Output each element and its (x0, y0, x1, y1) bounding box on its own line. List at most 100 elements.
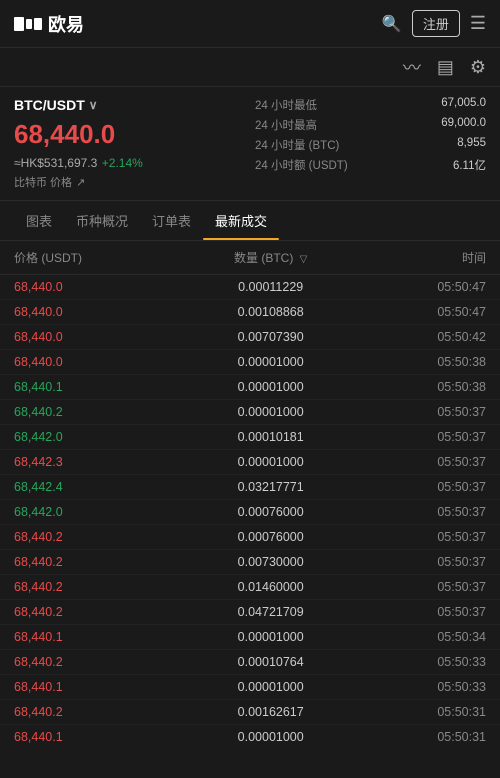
stat-label-low: 24 小时最低 (255, 97, 317, 113)
trade-time: 05:50:33 (362, 680, 486, 694)
logo-area: 欧易 (14, 11, 84, 37)
trade-amount: 0.00730000 (180, 555, 362, 569)
trade-amount: 0.04721709 (180, 605, 362, 619)
register-button[interactable]: 注册 (412, 10, 460, 37)
trade-price: 68,440.0 (14, 355, 180, 369)
pair-label: BTC/USDT (14, 97, 85, 113)
table-row: 68,440.2 0.00001000 05:50:37 (0, 400, 500, 425)
table-row: 68,442.0 0.00010181 05:50:37 (0, 425, 500, 450)
stat-row-low: 24 小时最低 67,005.0 (255, 97, 486, 113)
tab-latest-trades[interactable]: 最新成交 (203, 201, 279, 240)
trade-amount: 0.00001000 (180, 455, 362, 469)
trade-price: 68,440.2 (14, 655, 180, 669)
trade-time: 05:50:37 (362, 505, 486, 519)
trade-amount: 0.00108868 (180, 305, 362, 319)
tab-chart[interactable]: 图表 (14, 201, 64, 240)
trade-time: 05:50:37 (362, 430, 486, 444)
stat-label-vol-btc: 24 小时量 (BTC) (255, 137, 339, 153)
trade-amount: 0.00010181 (180, 430, 362, 444)
pair-dropdown-arrow[interactable]: ∨ (89, 98, 98, 112)
trade-price: 68,440.2 (14, 530, 180, 544)
trade-amount: 0.00707390 (180, 330, 362, 344)
trade-time: 05:50:37 (362, 555, 486, 569)
trade-time: 05:50:37 (362, 605, 486, 619)
trade-amount: 0.00162617 (180, 705, 362, 719)
price-stats: 24 小时最低 67,005.0 24 小时最高 69,000.0 24 小时量… (255, 97, 486, 190)
table-row: 68,440.0 0.00001000 05:50:38 (0, 350, 500, 375)
trade-amount: 0.01460000 (180, 580, 362, 594)
table-row: 68,442.0 0.00076000 05:50:37 (0, 500, 500, 525)
stat-row-high: 24 小时最高 69,000.0 (255, 117, 486, 133)
table-row: 68,440.0 0.00011229 05:50:47 (0, 275, 500, 300)
table-row: 68,440.1 0.00001000 05:50:38 (0, 375, 500, 400)
tab-orderbook[interactable]: 订单表 (140, 201, 203, 240)
trade-price: 68,440.2 (14, 405, 180, 419)
trade-price: 68,440.1 (14, 630, 180, 644)
table-row: 68,440.1 0.00001000 05:50:33 (0, 675, 500, 700)
table-row: 68,440.2 0.00076000 05:50:37 (0, 525, 500, 550)
trade-price: 68,440.2 (14, 705, 180, 719)
trade-price: 68,440.0 (14, 280, 180, 294)
trade-price: 68,442.0 (14, 430, 180, 444)
trade-price: 68,440.2 (14, 605, 180, 619)
external-link-icon[interactable] (76, 176, 85, 189)
sub-header: 〰 ▤ ⚙ (0, 48, 500, 87)
trade-amount: 0.00001000 (180, 380, 362, 394)
gear-icon[interactable]: ⚙ (470, 57, 486, 78)
stat-value-low: 67,005.0 (441, 97, 486, 113)
logo-icon (14, 17, 42, 31)
trade-time: 05:50:47 (362, 280, 486, 294)
stat-label-high: 24 小时最高 (255, 117, 317, 133)
trade-time: 05:50:38 (362, 355, 486, 369)
trade-rows: 68,440.0 0.00011229 05:50:47 68,440.0 0.… (0, 275, 500, 749)
trade-amount: 0.00001000 (180, 680, 362, 694)
hkd-price: ≈HK$531,697.3 (14, 156, 97, 170)
trade-amount: 0.03217771 (180, 480, 362, 494)
table-row: 68,440.2 0.00730000 05:50:37 (0, 550, 500, 575)
tab-bar: 图表 币种概况 订单表 最新成交 (0, 201, 500, 241)
trade-amount: 0.00076000 (180, 530, 362, 544)
header-actions: 注册 (382, 10, 486, 37)
table-row: 68,440.1 0.00001000 05:50:34 (0, 625, 500, 650)
price-change: +2.14% (102, 156, 143, 170)
stat-value-vol-btc: 8,955 (457, 137, 486, 153)
trade-time: 05:50:34 (362, 630, 486, 644)
trade-price: 68,440.0 (14, 330, 180, 344)
list-icon[interactable]: ▤ (437, 57, 454, 78)
filter-icon[interactable]: ▽ (300, 254, 308, 265)
price-section: BTC/USDT ∨ 68,440.0 ≈HK$531,697.3 +2.14%… (0, 87, 500, 201)
trade-time: 05:50:37 (362, 480, 486, 494)
chart-wave-icon[interactable]: 〰 (403, 54, 421, 80)
col-header-time: 时间 (362, 249, 486, 266)
trade-table: 价格 (USDT) 数量 (BTC) ▽ 时间 68,440.0 0.00011… (0, 241, 500, 749)
trade-time: 05:50:42 (362, 330, 486, 344)
trade-time: 05:50:37 (362, 455, 486, 469)
table-row: 68,440.2 0.01460000 05:50:37 (0, 575, 500, 600)
col-header-amount: 数量 (BTC) ▽ (180, 249, 362, 266)
search-icon[interactable] (382, 14, 402, 34)
menu-icon[interactable] (470, 13, 486, 34)
trade-price: 68,440.0 (14, 305, 180, 319)
hkd-price-row: ≈HK$531,697.3 +2.14% (14, 154, 245, 172)
stat-label-vol-usdt: 24 小时额 (USDT) (255, 157, 348, 173)
col-header-price: 价格 (USDT) (14, 249, 180, 266)
trade-time: 05:50:47 (362, 305, 486, 319)
trade-amount: 0.00011229 (180, 280, 362, 294)
trade-price: 68,442.3 (14, 455, 180, 469)
trading-pair[interactable]: BTC/USDT ∨ (14, 97, 245, 113)
trade-price: 68,440.1 (14, 730, 180, 744)
price-label-row: 比特币 价格 (14, 174, 245, 190)
table-row: 68,440.0 0.00108868 05:50:47 (0, 300, 500, 325)
trade-amount: 0.00001000 (180, 730, 362, 744)
price-label-text: 比特币 价格 (14, 174, 72, 190)
stat-row-volume-usdt: 24 小时额 (USDT) 6.11亿 (255, 157, 486, 173)
current-price: 68,440.0 (14, 119, 245, 150)
table-header: 价格 (USDT) 数量 (BTC) ▽ 时间 (0, 241, 500, 275)
app-header: 欧易 注册 (0, 0, 500, 48)
trade-amount: 0.00001000 (180, 405, 362, 419)
stat-value-vol-usdt: 6.11亿 (453, 157, 486, 173)
price-left: BTC/USDT ∨ 68,440.0 ≈HK$531,697.3 +2.14%… (14, 97, 245, 190)
tab-overview[interactable]: 币种概况 (64, 201, 140, 240)
trade-amount: 0.00076000 (180, 505, 362, 519)
table-row: 68,440.2 0.00010764 05:50:33 (0, 650, 500, 675)
